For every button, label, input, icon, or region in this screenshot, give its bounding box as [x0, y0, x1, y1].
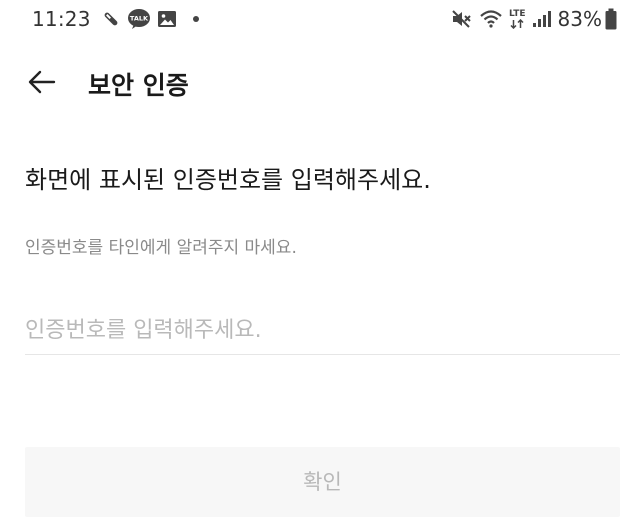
- app-header: 보안 인증: [0, 54, 643, 110]
- kakaotalk-badge-text: TALK: [130, 15, 149, 23]
- battery-icon: [605, 8, 617, 30]
- wrench-icon: [101, 9, 121, 29]
- lte-label: LTE: [509, 8, 526, 19]
- instruction-text: 화면에 표시된 인증번호를 입력해주세요.: [25, 166, 431, 194]
- status-time: 11:23: [32, 7, 91, 31]
- notification-dot-icon: [192, 16, 199, 22]
- gallery-icon: [157, 9, 177, 29]
- mute-icon: [451, 9, 473, 29]
- confirm-button[interactable]: 확인: [25, 447, 620, 517]
- warning-text: 인증번호를 타인에게 알려주지 마세요.: [25, 238, 297, 258]
- verification-code-input[interactable]: [25, 306, 620, 355]
- status-bar-right: LTE 83%: [445, 6, 617, 32]
- battery-percent: 83%: [557, 7, 602, 31]
- status-bar: 11:23 TALK LTE 83%: [0, 0, 643, 38]
- status-bar-left: 11:23 TALK: [32, 6, 199, 32]
- wifi-icon: [479, 9, 503, 29]
- lte-icon: LTE: [509, 8, 526, 29]
- kakaotalk-icon: TALK: [127, 8, 151, 30]
- back-button[interactable]: [24, 64, 60, 100]
- back-arrow-icon: [28, 70, 56, 94]
- security-verification-screen: 11:23 TALK LTE 83% 보안 인증 화면에 표시된 인증번호를 입…: [0, 0, 643, 526]
- page-title: 보안 인증: [88, 71, 189, 100]
- signal-icon: [532, 9, 552, 29]
